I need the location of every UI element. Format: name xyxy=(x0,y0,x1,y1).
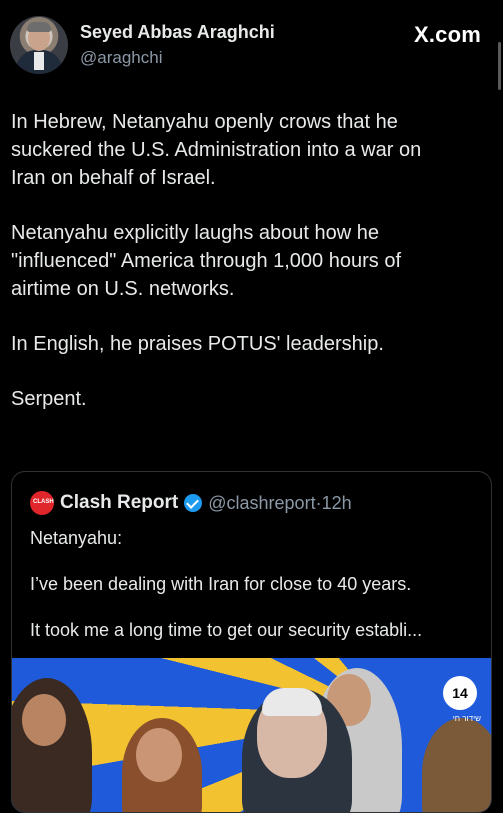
quoted-handle[interactable]: @clashreport xyxy=(208,493,315,514)
quoted-avatar[interactable]: CLASH xyxy=(30,491,54,515)
quoted-display-name[interactable]: Clash Report xyxy=(60,492,178,514)
channel-logo: 14 xyxy=(443,676,477,710)
user-handle[interactable]: @araghchi xyxy=(80,48,162,68)
site-label: X.com xyxy=(413,22,481,47)
tweet-paragraph: In Hebrew, Netanyahu openly crows that h… xyxy=(11,111,422,189)
scrollbar[interactable] xyxy=(498,42,501,90)
tweet-paragraph: In English, he praises POTUS' leadership… xyxy=(11,333,384,355)
avatar[interactable] xyxy=(10,16,68,74)
audience-person xyxy=(422,718,491,812)
tweet-paragraph: Serpent. xyxy=(11,388,87,410)
tweet-body: In Hebrew, Netanyahu openly crows that h… xyxy=(11,108,491,440)
verified-badge-icon xyxy=(184,494,203,512)
quoted-time[interactable]: 12h xyxy=(322,493,352,514)
live-label: שידור חי xyxy=(452,714,481,723)
quoted-tweet[interactable]: CLASH Clash Report @clashreport · 12h Ne… xyxy=(11,471,492,813)
quoted-line: Netanyahu: xyxy=(30,528,123,548)
display-name[interactable]: Seyed Abbas Araghchi xyxy=(80,22,275,43)
quoted-text: Netanyahu: I’ve been dealing with Iran f… xyxy=(30,525,480,663)
video-thumbnail[interactable]: 14 שידור חי xyxy=(12,658,491,812)
tweet-header: Seyed Abbas Araghchi @araghchi X.com xyxy=(0,0,503,90)
quoted-avatar-label: CLASH xyxy=(33,499,54,505)
tweet-paragraph: Netanyahu explicitly laughs about how he… xyxy=(11,222,401,300)
quoted-line: It took me a long time to get our securi… xyxy=(30,620,423,640)
quoted-tweet-header: CLASH Clash Report @clashreport · 12h xyxy=(30,490,352,516)
quoted-line: I’ve been dealing with Iran for close to… xyxy=(30,574,412,594)
